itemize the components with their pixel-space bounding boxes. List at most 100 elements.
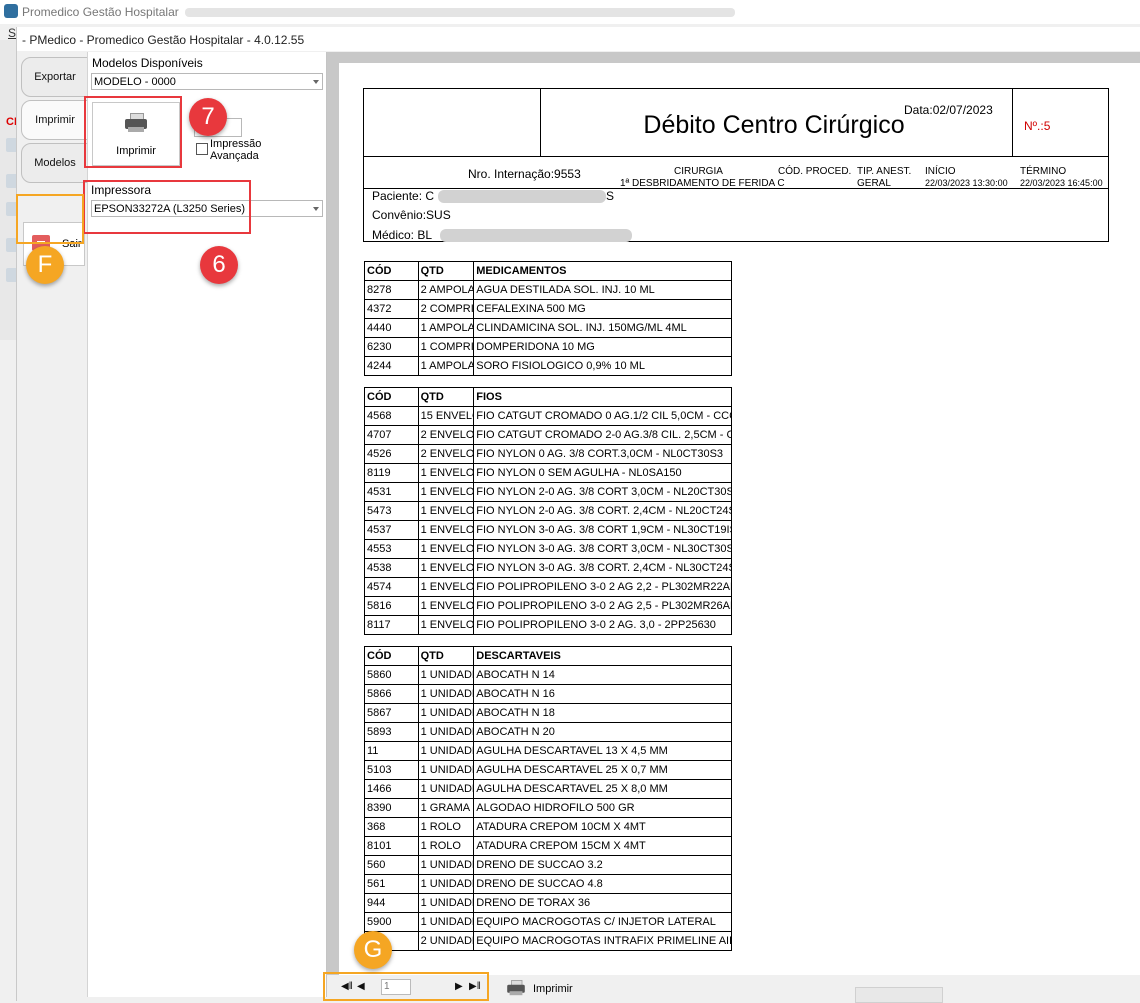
table-cell: 1 UNIDADE [417,855,475,875]
report-number: Nº.:5 [1024,119,1050,133]
step-badge-g: G [354,931,392,969]
table-cell: AGULHA DESCARTAVEL 13 X 4,5 MM [473,741,732,761]
table-cell: 1 UNIDADE [417,779,475,799]
outer-title-bar: Promedico Gestão Hospitalar [0,0,1140,24]
window-title-bar: - PMedico - Promedico Gestão Hospitalar … [17,27,1140,51]
col-cirurgia: CIRURGIA [674,166,723,177]
step-badge-6: 6 [200,246,238,284]
table-row: 8101 1 ROLO ATADURA CREPOM 15CM X 4MT [364,836,732,856]
table-cell: 1 COMPRIM [417,337,475,357]
print-options-panel: Modelos Disponíveis MODELO - 0000 Imprim… [87,52,327,997]
first-page-icon[interactable]: ◀‖ [341,981,353,992]
table-cell: FIO NYLON 0 AG. 3/8 CORT.3,0CM - NL0CT30… [473,444,732,464]
table-row: 5867 1 UNIDADE ABOCATH N 18 [364,703,732,723]
inicio-value: 22/03/2023 13:30:00 [925,178,1008,188]
table-cell: 1 AMPOLA [417,318,475,338]
divider [540,89,541,156]
divider [364,156,1108,157]
impressora-value: EPSON33272A (L3250 Series) [94,203,246,215]
tab-modelos[interactable]: Modelos [21,143,89,183]
table-cell: 1 ENVELOF [417,558,475,578]
tab-imprimir[interactable]: Imprimir [21,100,89,140]
table-cell: 8390 [364,798,419,818]
table-cell: EQUIPO MACROGOTAS INTRAFIX PRIMELINE AIR… [473,931,732,951]
tab-exportar[interactable]: Exportar [21,57,89,97]
impressora-select[interactable]: EPSON33272A (L3250 Series) [91,200,323,217]
column-header: CÓD [364,646,419,666]
table-row: 8278 2 AMPOLA AGUA DESTILADA SOL. INJ. 10 … [364,280,732,300]
table-cell: 4244 [364,356,419,376]
last-page-icon[interactable]: ▶‖ [469,981,481,992]
col-tip-anest: TIP. ANEST. [857,166,912,177]
table-cell: FIO NYLON 2-0 AG. 3/8 CORT. 2,4CM - NL20… [473,501,732,521]
table-cell: 1 UNIDADE [417,760,475,780]
table-row: 45741 ENVELOFFIO POLIPROPILENO 3-0 2 AG … [364,577,732,597]
step-badge-f: F [26,246,64,284]
paciente-label: Paciente: [372,189,423,203]
table-row: 1466 1 UNIDADE AGULHA DESCARTAVEL 25 X 8,0… [364,779,732,799]
table-cell: 1 ENVELOF [417,520,475,540]
table-cell: 6230 [364,337,419,357]
prev-page-icon[interactable]: ◀ [357,981,365,992]
page-number-input[interactable]: 1 [381,979,411,995]
table-row: 560 1 UNIDADE DRENO DE SUCCAO 3.2 [364,855,732,875]
table-cell: 1 UNIDADE [417,684,475,704]
col-cod-proced: CÓD. PROCED. [778,166,852,177]
table-cell: DRENO DE TORAX 36 [473,893,732,913]
printer-icon [123,113,149,133]
nav-imprimir-label[interactable]: Imprimir [533,983,573,995]
nav-printer-icon[interactable] [506,980,527,996]
table-row: 58161 ENVELOFFIO POLIPROPILENO 3-0 2 AG … [364,596,732,616]
modelo-select[interactable]: MODELO - 0000 [91,73,323,90]
table-cell: AGULHA DESCARTAVEL 25 X 0,7 MM [473,760,732,780]
table-row: 368 1 ROLO ATADURA CREPOM 10CM X 4MT [364,817,732,837]
impressao-avancada-label: Impressão Avançada [210,138,262,162]
table-row: 5103 1 UNIDADE AGULHA DESCARTAVEL 25 X 0,7… [364,760,732,780]
table-cell: 1 ENVELOF [417,577,475,597]
table-cell: ABOCATH N 14 [473,665,732,685]
step-badge-7: 7 [189,98,227,136]
app-icon [4,4,18,18]
col-termino: TÉRMINO [1020,166,1067,177]
imprimir-label: Imprimir [116,145,156,157]
chevron-down-icon [313,80,319,84]
paciente-tail: S [606,189,615,203]
table-row: 54731 ENVELOFFIO NYLON 2-0 AG. 3/8 CORT.… [364,501,732,521]
col-inicio: INÍCIO [925,166,956,177]
report-viewer[interactable]: Débito Centro Cirúrgico Data:02/07/2023 … [327,52,1140,975]
table-row: 5866 1 UNIDADE ABOCATH N 16 [364,684,732,704]
next-page-icon[interactable]: ▶ [455,981,463,992]
table-row: 5893 1 UNIDADE ABOCATH N 20 [364,722,732,742]
impressao-avancada-checkbox[interactable] [196,143,208,155]
column-header: QTD [417,646,475,666]
table-cell: 4707 [364,425,419,445]
cirurgia-value: 1ª DESBRIDAMENTO DE FERIDA C [620,178,785,189]
table-cell: CEFALEXINA 500 MG [473,299,732,319]
termino-value: 22/03/2023 16:45:00 [1020,178,1103,188]
table-cell: 4526 [364,444,419,464]
table-cell: FIO NYLON 2-0 AG. 3/8 CORT 3,0CM - NL20C… [473,482,732,502]
table-cell: 15 ENVELO [417,406,475,426]
report-date: Data:02/07/2023 [904,103,993,117]
imprimir-button[interactable]: Imprimir [92,102,180,166]
blurred-title-text [185,8,735,17]
column-header: QTD [417,261,475,281]
modelo-value: MODELO - 0000 [94,76,176,88]
page-nav-controls: ◀‖ ◀ 1 ▶ ▶‖ [327,975,493,999]
table-row: 81171 ENVELOFFIO POLIPROPILENO 3-0 2 AG.… [364,615,732,635]
paciente-value: C [425,189,435,203]
table-cell: 1 UNIDADE [417,722,475,742]
table-cell: DOMPERIDONA 10 MG [473,337,732,357]
table-cell: 4537 [364,520,419,540]
table-row: 45371 ENVELOFFIO NYLON 3-0 AG. 3/8 CORT … [364,520,732,540]
table-cell: ATADURA CREPOM 10CM X 4MT [473,817,732,837]
table-cell: 5860 [364,665,419,685]
table-cell: FIO NYLON 3-0 AG. 3/8 CORT 1,9CM - NL30C… [473,520,732,540]
table-cell: 5893 [364,722,419,742]
table-row: 2 UNIDADE EQUIPO MACROGOTAS INTRAFIX PRIM… [364,931,732,951]
table-cell: FIO NYLON 3-0 AG. 3/8 CORT 3,0CM - NL30C… [473,539,732,559]
table-cell: FIO NYLON 0 SEM AGULHA - NL0SA150 [473,463,732,483]
internacao: Nro. Internação:9553 [468,167,581,181]
table-cell: 2 AMPOLA [417,280,475,300]
table-cell: 1 UNIDADE [417,893,475,913]
